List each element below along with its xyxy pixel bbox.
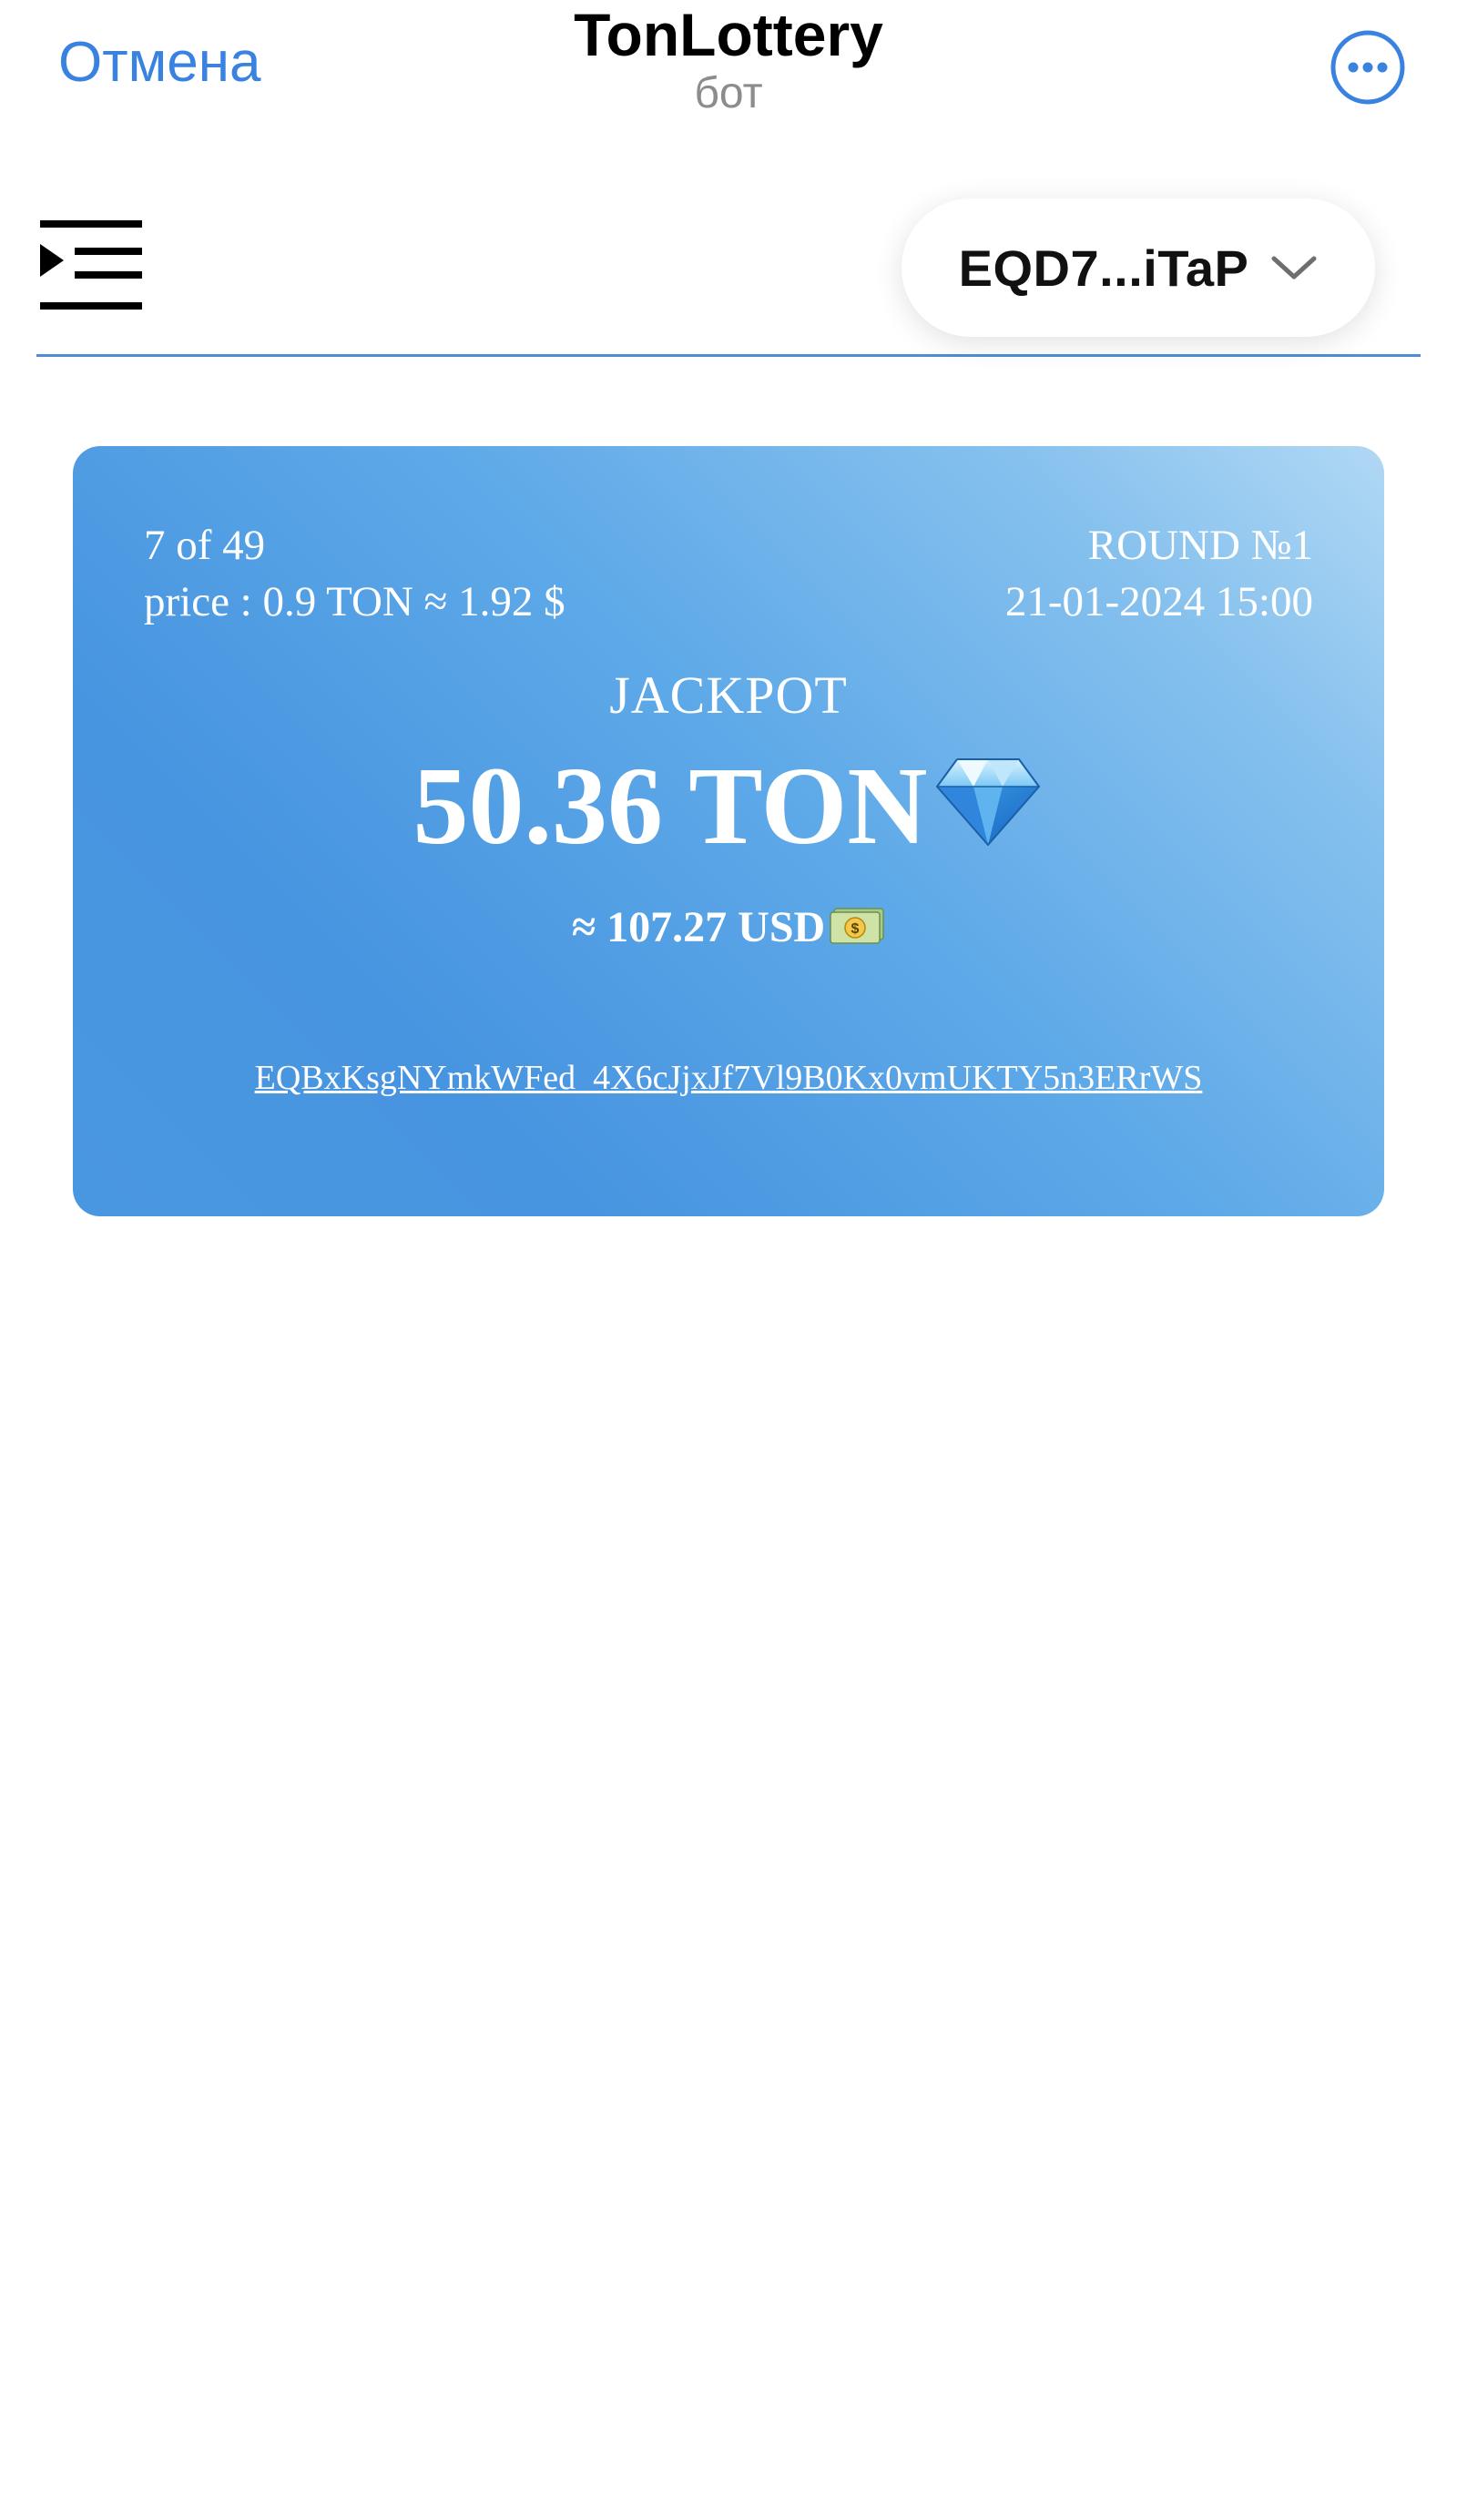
- usd-amount: ≈ 107.27 USD: [571, 903, 826, 951]
- wallet-address: EQD7...iTaP: [958, 239, 1249, 297]
- jackpot-label: JACKPOT: [609, 666, 848, 725]
- menu-indent-icon: [40, 220, 142, 310]
- ellipsis-circle-icon: [1330, 30, 1405, 105]
- jackpot-amount-row: 50.36 TON: [73, 751, 1384, 862]
- card-left-info: 7 of 49 price : 0.9 TON ≈ 1.92 $: [144, 517, 565, 630]
- svg-text:$: $: [851, 921, 860, 937]
- bot-title: TonLottery: [574, 1, 883, 68]
- menu-button[interactable]: [40, 220, 142, 311]
- title-block: TonLottery бот: [0, 2, 1457, 117]
- usd-amount-row: ≈ 107.27 USD $: [73, 906, 1384, 950]
- contract-address-link[interactable]: EQBxKsgNYmkWFed_4X6cJjxJf7Vl9B0Kx0vmUKTY…: [73, 1058, 1384, 1098]
- tickets-progress: 7 of 49: [144, 522, 266, 569]
- jackpot-amount: 50.36 TON: [413, 745, 928, 868]
- telegram-topbar: Отмена TonLottery бот: [0, 0, 1457, 146]
- ticket-price: price : 0.9 TON ≈ 1.92 $: [144, 578, 565, 625]
- more-options-button[interactable]: [1330, 29, 1406, 106]
- dollar-banknote-icon: $: [830, 908, 884, 944]
- wallet-selector[interactable]: EQD7...iTaP: [902, 198, 1375, 337]
- gem-icon: [936, 758, 1041, 847]
- chevron-down-icon: [1271, 256, 1317, 279]
- round-datetime: 21-01-2024 15:00: [1004, 578, 1313, 625]
- round-number: ROUND №1: [1087, 522, 1313, 569]
- bot-subtitle: бот: [694, 68, 763, 117]
- card-right-info: ROUND №1 21-01-2024 15:00: [1005, 517, 1313, 630]
- lottery-card[interactable]: 7 of 49 price : 0.9 TON ≈ 1.92 $ ROUND №…: [73, 446, 1384, 1216]
- app-header: EQD7...iTaP: [36, 182, 1421, 357]
